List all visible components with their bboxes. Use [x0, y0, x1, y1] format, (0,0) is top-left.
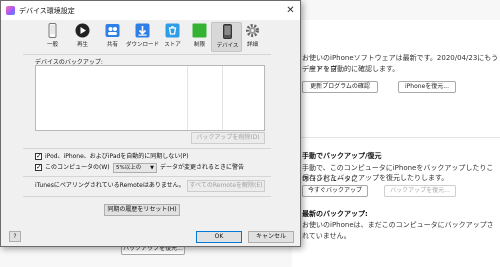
- help-button[interactable]: ?: [9, 231, 21, 242]
- preferences-toolbar: 一般 再生 共有 ダウンロード ストア 制限 デバイス 詳細: [1, 20, 300, 54]
- warn-checkbox[interactable]: ✓: [35, 164, 42, 171]
- device-icon: [223, 24, 232, 39]
- section-divider: [23, 196, 271, 197]
- cancel-button[interactable]: キャンセル: [248, 231, 294, 243]
- reset-sync-history-button[interactable]: 同期の履歴をリセット(H): [104, 204, 180, 216]
- dialog-title: デバイス環境設定: [19, 7, 75, 15]
- warn-suffix-label: データが変更されるときに警告: [160, 164, 245, 171]
- gear-icon: [246, 24, 259, 37]
- warn-threshold-value: 5%以上の: [116, 165, 142, 171]
- latest-backup-text: お使いのiPhoneは、まだこのコンピュータにバックアップされていません。: [302, 221, 494, 240]
- restore-iphone-button[interactable]: iPhoneを復元...: [398, 81, 456, 93]
- ok-button[interactable]: OK: [196, 231, 242, 243]
- prevent-sync-checkbox[interactable]: ✓: [35, 153, 42, 160]
- column-divider: [222, 66, 223, 130]
- close-icon[interactable]: ✕: [284, 4, 297, 17]
- section-divider: [292, 137, 500, 138]
- toolbar-divider: [23, 54, 271, 55]
- warn-label: このコンピュータの(W): [45, 164, 110, 171]
- manual-backup-title: 手動でバックアップ/復元: [302, 152, 382, 160]
- play-icon: [75, 23, 90, 38]
- restore-backup-button[interactable]: バックアップを復元...: [384, 185, 456, 197]
- store-icon: [165, 23, 180, 38]
- chevron-down-icon: ▼: [150, 165, 154, 171]
- device-preferences-dialog: デバイス環境設定 ✕ 一般 再生 共有 ダウンロード ストア 制限 デバイス 詳…: [0, 0, 301, 247]
- column-divider: [187, 66, 188, 130]
- share-icon: [105, 24, 120, 37]
- delete-backup-button[interactable]: バックアップを削除(D): [191, 132, 265, 144]
- section-divider: [23, 148, 271, 149]
- unpair-remotes-button[interactable]: すべてのRemoteを解除(E): [187, 180, 265, 192]
- tab-advanced[interactable]: 詳細: [237, 22, 268, 52]
- manual-backup-desc-2: 保存されたバックアップを復元したりします。: [302, 174, 449, 182]
- phone-general-icon: [48, 23, 57, 38]
- latest-backup-title: 最新のバックアップ:: [302, 210, 368, 218]
- dialog-titlebar[interactable]: デバイス環境設定 ✕: [1, 1, 300, 20]
- check-update-button[interactable]: 更新プログラムの確認: [302, 81, 378, 93]
- restrictions-icon: [192, 23, 207, 38]
- tab-advanced-label: 詳細: [246, 42, 258, 48]
- software-status-line-2: デートを自動的に確認します。: [302, 65, 400, 73]
- prevent-sync-label: iPod、iPhone、およびiPadを自動的に同期しない(P): [45, 153, 189, 160]
- section-divider: [23, 176, 271, 177]
- warn-threshold-select[interactable]: 5%以上の ▼: [113, 163, 157, 173]
- download-icon: [135, 23, 150, 38]
- backup-now-button[interactable]: 今すぐバックアップ: [302, 185, 368, 197]
- backup-list[interactable]: [35, 65, 265, 131]
- remote-status-text: iTunesにペアリングされているRemoteはありません。: [35, 182, 185, 189]
- itunes-app-icon: [6, 6, 15, 15]
